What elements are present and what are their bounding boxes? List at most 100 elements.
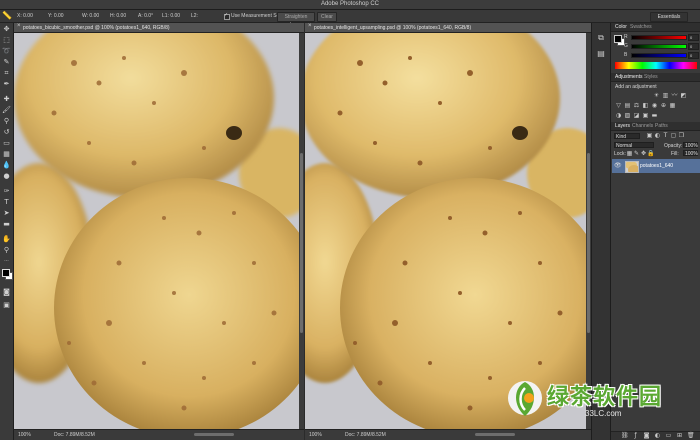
quick-select-tool-icon[interactable]: ✎: [2, 58, 11, 67]
fill-field[interactable]: 100%: [683, 150, 698, 157]
green-value[interactable]: 0: [688, 43, 699, 50]
photo-filter-icon[interactable]: ◉: [651, 102, 658, 109]
lasso-tool-icon[interactable]: ➰: [2, 47, 11, 56]
opacity-label: Opacity:: [664, 143, 683, 149]
quick-mask-icon[interactable]: ◙: [2, 288, 11, 297]
blue-value[interactable]: 0: [688, 52, 699, 59]
layer-filter-select[interactable]: Kind: [614, 133, 640, 140]
zoom-level[interactable]: 100%: [309, 432, 322, 438]
green-slider[interactable]: [631, 44, 687, 49]
clone-stamp-tool-icon[interactable]: ⚲: [2, 117, 11, 126]
app-title: Adobe Photoshop CC: [320, 1, 380, 7]
gradient-tool-icon[interactable]: ▦: [2, 150, 11, 159]
history-brush-tool-icon[interactable]: ↺: [2, 128, 11, 137]
layer-style-icon[interactable]: ƒ: [632, 432, 639, 439]
path-select-tool-icon[interactable]: ➤: [2, 209, 11, 218]
shape-tool-icon[interactable]: ▬: [2, 220, 11, 229]
tab-paths[interactable]: Paths: [655, 123, 668, 129]
red-value[interactable]: 0: [688, 34, 699, 41]
hue-saturation-icon[interactable]: ▤: [624, 102, 631, 109]
type-tool-icon[interactable]: T: [2, 198, 11, 207]
zoom-tool-icon[interactable]: ⚲: [2, 246, 11, 255]
tab-adjustments[interactable]: Adjustments: [615, 74, 643, 80]
curves-icon[interactable]: 〰: [671, 92, 678, 99]
delete-layer-icon[interactable]: 🗑: [687, 432, 695, 439]
new-layer-icon[interactable]: ⊞: [676, 432, 683, 439]
threshold-icon[interactable]: ◪: [633, 112, 640, 119]
add-mask-icon[interactable]: ◙: [643, 432, 650, 439]
red-slider[interactable]: [631, 35, 687, 40]
close-icon[interactable]: ×: [17, 23, 21, 29]
invert-icon[interactable]: ◑: [615, 112, 622, 119]
crop-tool-icon[interactable]: ⌗: [2, 69, 11, 78]
close-icon[interactable]: ×: [308, 23, 312, 29]
link-layers-icon[interactable]: ⛓: [621, 432, 629, 439]
lock-position-icon[interactable]: ✥: [640, 150, 647, 157]
properties-panel-icon[interactable]: ▤: [596, 49, 606, 59]
opacity-field[interactable]: 100%: [683, 142, 698, 149]
screen-mode-icon[interactable]: ▣: [2, 301, 11, 310]
new-group-icon[interactable]: ▭: [665, 432, 672, 439]
layer-row[interactable]: 👁 potatoes1_640: [612, 159, 700, 173]
horizontal-scrollbar[interactable]: [475, 433, 515, 436]
new-adjustment-layer-icon[interactable]: ◐: [654, 432, 661, 439]
tab-channels[interactable]: Channels: [632, 123, 653, 129]
visibility-eye-icon[interactable]: 👁: [614, 162, 622, 169]
foreground-color-swatch[interactable]: [2, 269, 10, 277]
filter-pixel-icon[interactable]: ▣: [646, 132, 653, 139]
filter-type-icon[interactable]: T: [662, 132, 669, 139]
hand-tool-icon[interactable]: ✋: [2, 235, 11, 244]
black-white-icon[interactable]: ◧: [642, 102, 649, 109]
tab-color[interactable]: Color: [615, 24, 627, 30]
eraser-tool-icon[interactable]: ▭: [2, 139, 11, 148]
selective-color-icon[interactable]: ▣: [642, 112, 649, 119]
image-canvas[interactable]: [305, 33, 586, 430]
gradient-map-icon[interactable]: ▬: [651, 112, 658, 119]
marquee-tool-icon[interactable]: ⬚: [2, 36, 11, 45]
zoom-level[interactable]: 100%: [18, 432, 31, 438]
move-tool-icon[interactable]: ✥: [2, 25, 11, 34]
document-tab[interactable]: × potatoes_intelligent_upsampling.psd @ …: [305, 23, 591, 33]
y-readout: Y: 0.00: [48, 13, 64, 19]
brightness-contrast-icon[interactable]: ☀: [653, 92, 660, 99]
lock-all-icon[interactable]: 🔒: [647, 150, 654, 157]
edit-toolbar-icon[interactable]: ···: [2, 257, 11, 266]
vertical-scrollbar[interactable]: [299, 33, 304, 430]
dodge-tool-icon[interactable]: ●: [2, 172, 11, 181]
ruler-tool-icon[interactable]: 📏: [2, 11, 12, 20]
straighten-layer-button[interactable]: Straighten Layer: [277, 12, 315, 28]
blend-mode-select[interactable]: Normal: [614, 142, 654, 149]
filter-smart-object-icon[interactable]: ❒: [678, 132, 685, 139]
levels-icon[interactable]: ▥: [662, 92, 669, 99]
horizontal-scrollbar[interactable]: [194, 433, 234, 436]
eyedropper-tool-icon[interactable]: ✒: [2, 80, 11, 89]
filter-shape-icon[interactable]: ▢: [670, 132, 677, 139]
color-lookup-icon[interactable]: ▦: [669, 102, 676, 109]
tab-layers[interactable]: Layers: [615, 123, 630, 129]
panel-foreground-swatch[interactable]: [614, 35, 622, 43]
posterize-icon[interactable]: ▨: [624, 112, 631, 119]
measurement-scale-checkbox[interactable]: [224, 12, 230, 20]
channel-mixer-icon[interactable]: ⊕: [660, 102, 667, 109]
lock-pixels-icon[interactable]: ✎: [633, 150, 640, 157]
color-ramp[interactable]: [615, 62, 697, 69]
clear-button[interactable]: Clear: [317, 12, 337, 22]
vibrance-icon[interactable]: ▽: [615, 102, 622, 109]
tab-styles[interactable]: Styles: [644, 74, 658, 80]
brush-tool-icon[interactable]: 🖌: [2, 106, 11, 115]
blue-slider[interactable]: [631, 53, 687, 58]
lock-transparent-icon[interactable]: ▦: [626, 150, 633, 157]
pen-tool-icon[interactable]: ✑: [2, 187, 11, 196]
color-balance-icon[interactable]: ⚖: [633, 102, 640, 109]
layers-panel-tabs: Layers Channels Paths: [611, 122, 700, 131]
history-panel-icon[interactable]: ⧉: [596, 33, 606, 43]
document-tab[interactable]: × potatoes_bicubic_smoother.psd @ 100% (…: [14, 23, 304, 33]
blur-tool-icon[interactable]: 💧: [2, 161, 11, 170]
status-bar: 100% Doc: 7.89M/8.52M: [14, 429, 304, 440]
filter-adjustment-icon[interactable]: ◐: [654, 132, 661, 139]
workspace-switcher[interactable]: Essentials: [650, 12, 688, 22]
tab-swatches[interactable]: Swatches: [630, 24, 652, 30]
image-canvas[interactable]: [14, 33, 299, 430]
exposure-icon[interactable]: ◩: [680, 92, 687, 99]
healing-brush-tool-icon[interactable]: ✚: [2, 95, 11, 104]
